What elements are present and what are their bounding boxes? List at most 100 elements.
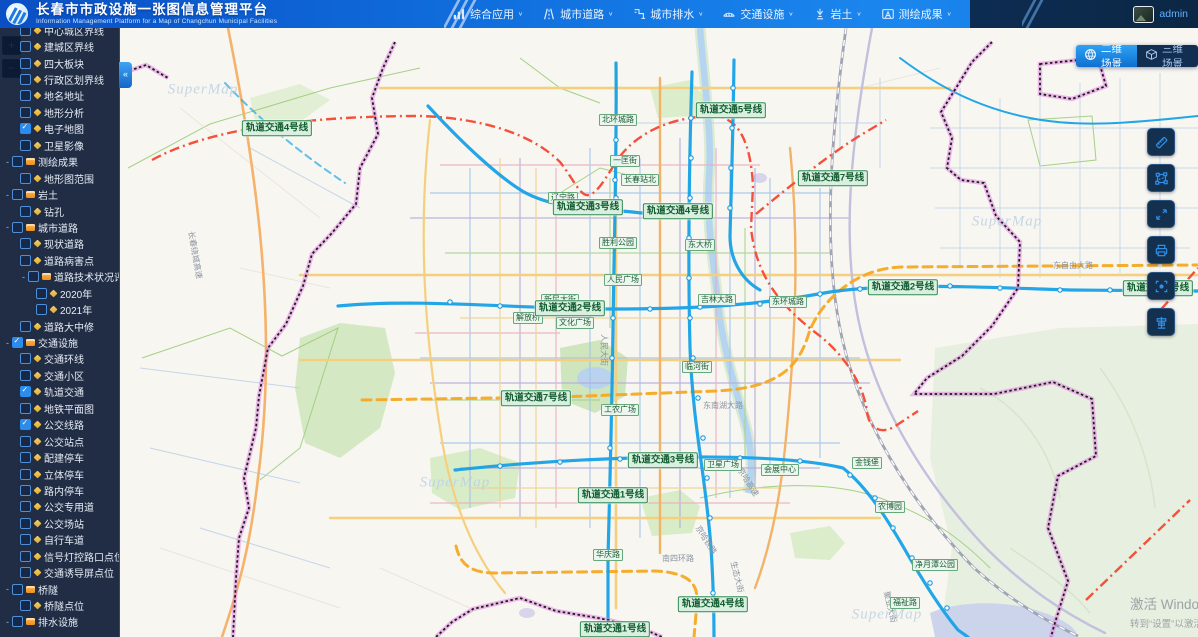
layer-checkbox[interactable] xyxy=(20,600,31,611)
layer-checkbox[interactable] xyxy=(20,534,31,545)
nav-item-traffic[interactable]: 交通设施∨ xyxy=(722,6,793,22)
layer-checkbox[interactable] xyxy=(20,370,31,381)
print-button[interactable] xyxy=(1147,236,1175,264)
tree-node[interactable]: 中心城区界线 xyxy=(0,28,119,38)
layer-checkbox[interactable] xyxy=(20,469,31,480)
tree-node[interactable]: 轨道交通 xyxy=(0,384,119,400)
tree-node[interactable]: 自行车道 xyxy=(0,532,119,548)
collapse-expander-icon[interactable]: - xyxy=(4,338,11,348)
measure-area-button[interactable] xyxy=(1147,164,1175,192)
layer-checkbox[interactable] xyxy=(20,123,31,134)
layer-checkbox[interactable] xyxy=(20,90,31,101)
scene-3d-button[interactable]: 三维场景 xyxy=(1137,45,1198,67)
layer-checkbox[interactable] xyxy=(20,419,31,430)
nav-item-geotech[interactable]: 岩土∨ xyxy=(813,6,862,22)
collapse-expander-icon[interactable]: - xyxy=(4,617,11,627)
tree-node[interactable]: 公交线路 xyxy=(0,417,119,433)
nav-item-drain[interactable]: 城市排水∨ xyxy=(632,6,703,22)
layer-checkbox[interactable] xyxy=(20,41,31,52)
layer-checkbox[interactable] xyxy=(36,288,47,299)
measure-distance-button[interactable] xyxy=(1147,128,1175,156)
layer-checkbox[interactable] xyxy=(20,140,31,151)
tree-node[interactable]: 地名地址 xyxy=(0,88,119,104)
tree-node[interactable]: 道路病害点 xyxy=(0,252,119,268)
layer-checkbox[interactable] xyxy=(12,584,23,595)
nav-item-chart[interactable]: 综合应用∨ xyxy=(452,6,523,22)
tree-node[interactable]: 信号灯控路口点位 xyxy=(0,548,119,564)
layer-checkbox[interactable] xyxy=(12,222,23,233)
tree-node[interactable]: 桥隧点位 xyxy=(0,597,119,613)
tree-node[interactable]: 2021年 xyxy=(0,301,119,317)
tree-node[interactable]: -测绘成果 xyxy=(0,154,119,170)
layer-checkbox[interactable] xyxy=(12,156,23,167)
user-avatar[interactable] xyxy=(1133,6,1154,23)
layer-checkbox[interactable] xyxy=(20,485,31,496)
tree-node[interactable]: 立体停车 xyxy=(0,466,119,482)
layer-checkbox[interactable] xyxy=(20,206,31,217)
username-label[interactable]: admin xyxy=(1159,8,1188,20)
map-viewport[interactable]: 轨道交通4号线轨道交通5号线轨道交通3号线轨道交通4号线轨道交通7号线轨道交通2… xyxy=(0,28,1198,637)
tree-node[interactable]: 道路大中修 xyxy=(0,318,119,334)
layer-checkbox[interactable] xyxy=(20,403,31,414)
layer-checkbox[interactable] xyxy=(12,337,23,348)
collapse-expander-icon[interactable]: - xyxy=(4,584,11,594)
layer-checkbox[interactable] xyxy=(20,173,31,184)
layer-checkbox[interactable] xyxy=(20,386,31,397)
collapse-expander-icon[interactable]: - xyxy=(4,222,11,232)
collapse-expander-icon[interactable]: - xyxy=(4,190,11,200)
layer-label: 钻孔 xyxy=(44,204,64,219)
tree-node[interactable]: 公交专用道 xyxy=(0,499,119,515)
collapse-expander-icon[interactable]: - xyxy=(20,272,27,282)
tree-node[interactable]: -排水设施 xyxy=(0,614,119,630)
nav-item-road[interactable]: 城市道路∨ xyxy=(542,6,613,22)
layer-checkbox[interactable] xyxy=(12,616,23,627)
tree-node[interactable]: 卫星影像 xyxy=(0,137,119,153)
legend-button[interactable] xyxy=(1147,308,1175,336)
layer-checkbox[interactable] xyxy=(20,501,31,512)
layer-checkbox[interactable] xyxy=(20,321,31,332)
tree-node[interactable]: 四大板块 xyxy=(0,55,119,71)
tree-node[interactable]: 地形分析 xyxy=(0,104,119,120)
layer-checkbox[interactable] xyxy=(20,452,31,463)
tree-node[interactable]: 路内停车 xyxy=(0,482,119,498)
layer-checkbox[interactable] xyxy=(20,518,31,529)
layer-checkbox[interactable] xyxy=(20,238,31,249)
tree-node[interactable]: 现状道路 xyxy=(0,236,119,252)
fullscreen-button[interactable] xyxy=(1147,200,1175,228)
tree-node[interactable]: -桥隧 xyxy=(0,581,119,597)
tree-node[interactable]: 交通小区 xyxy=(0,367,119,383)
tree-node[interactable]: -岩土 xyxy=(0,186,119,202)
tree-node[interactable]: -交通设施 xyxy=(0,334,119,350)
tree-node[interactable]: 公交站点 xyxy=(0,433,119,449)
layer-checkbox[interactable] xyxy=(20,107,31,118)
layer-checkbox[interactable] xyxy=(20,74,31,85)
scene-2d-button[interactable]: 二维场景 xyxy=(1076,45,1137,67)
locate-button[interactable] xyxy=(1147,272,1175,300)
layer-checkbox[interactable] xyxy=(36,304,47,315)
layer-checkbox[interactable] xyxy=(20,58,31,69)
layer-checkbox[interactable] xyxy=(12,189,23,200)
tree-node[interactable]: 公交场站 xyxy=(0,515,119,531)
nav-item-survey[interactable]: 测绘成果∨ xyxy=(881,6,952,22)
tree-node[interactable]: 交通诱导屏点位 xyxy=(0,564,119,580)
layer-checkbox[interactable] xyxy=(20,567,31,578)
tree-node[interactable]: 地形图范围 xyxy=(0,170,119,186)
tree-node[interactable]: -道路技术状况评价 xyxy=(0,269,119,285)
tree-node[interactable]: 建城区界线 xyxy=(0,38,119,54)
layer-checkbox[interactable] xyxy=(20,255,31,266)
layer-checkbox[interactable] xyxy=(20,28,31,36)
tree-node[interactable]: 行政区划界线 xyxy=(0,71,119,87)
tree-node[interactable]: 交通环线 xyxy=(0,351,119,367)
layer-checkbox[interactable] xyxy=(20,551,31,562)
panel-collapse-button[interactable]: « xyxy=(119,62,132,88)
tree-node[interactable]: -城市道路 xyxy=(0,219,119,235)
tree-node[interactable]: 地铁平面图 xyxy=(0,400,119,416)
layer-checkbox[interactable] xyxy=(20,353,31,364)
layer-checkbox[interactable] xyxy=(20,436,31,447)
tree-node[interactable]: 配建停车 xyxy=(0,449,119,465)
tree-node[interactable]: 电子地图 xyxy=(0,121,119,137)
collapse-expander-icon[interactable]: - xyxy=(4,157,11,167)
tree-node[interactable]: 2020年 xyxy=(0,285,119,301)
layer-checkbox[interactable] xyxy=(28,271,39,282)
tree-node[interactable]: 钻孔 xyxy=(0,203,119,219)
